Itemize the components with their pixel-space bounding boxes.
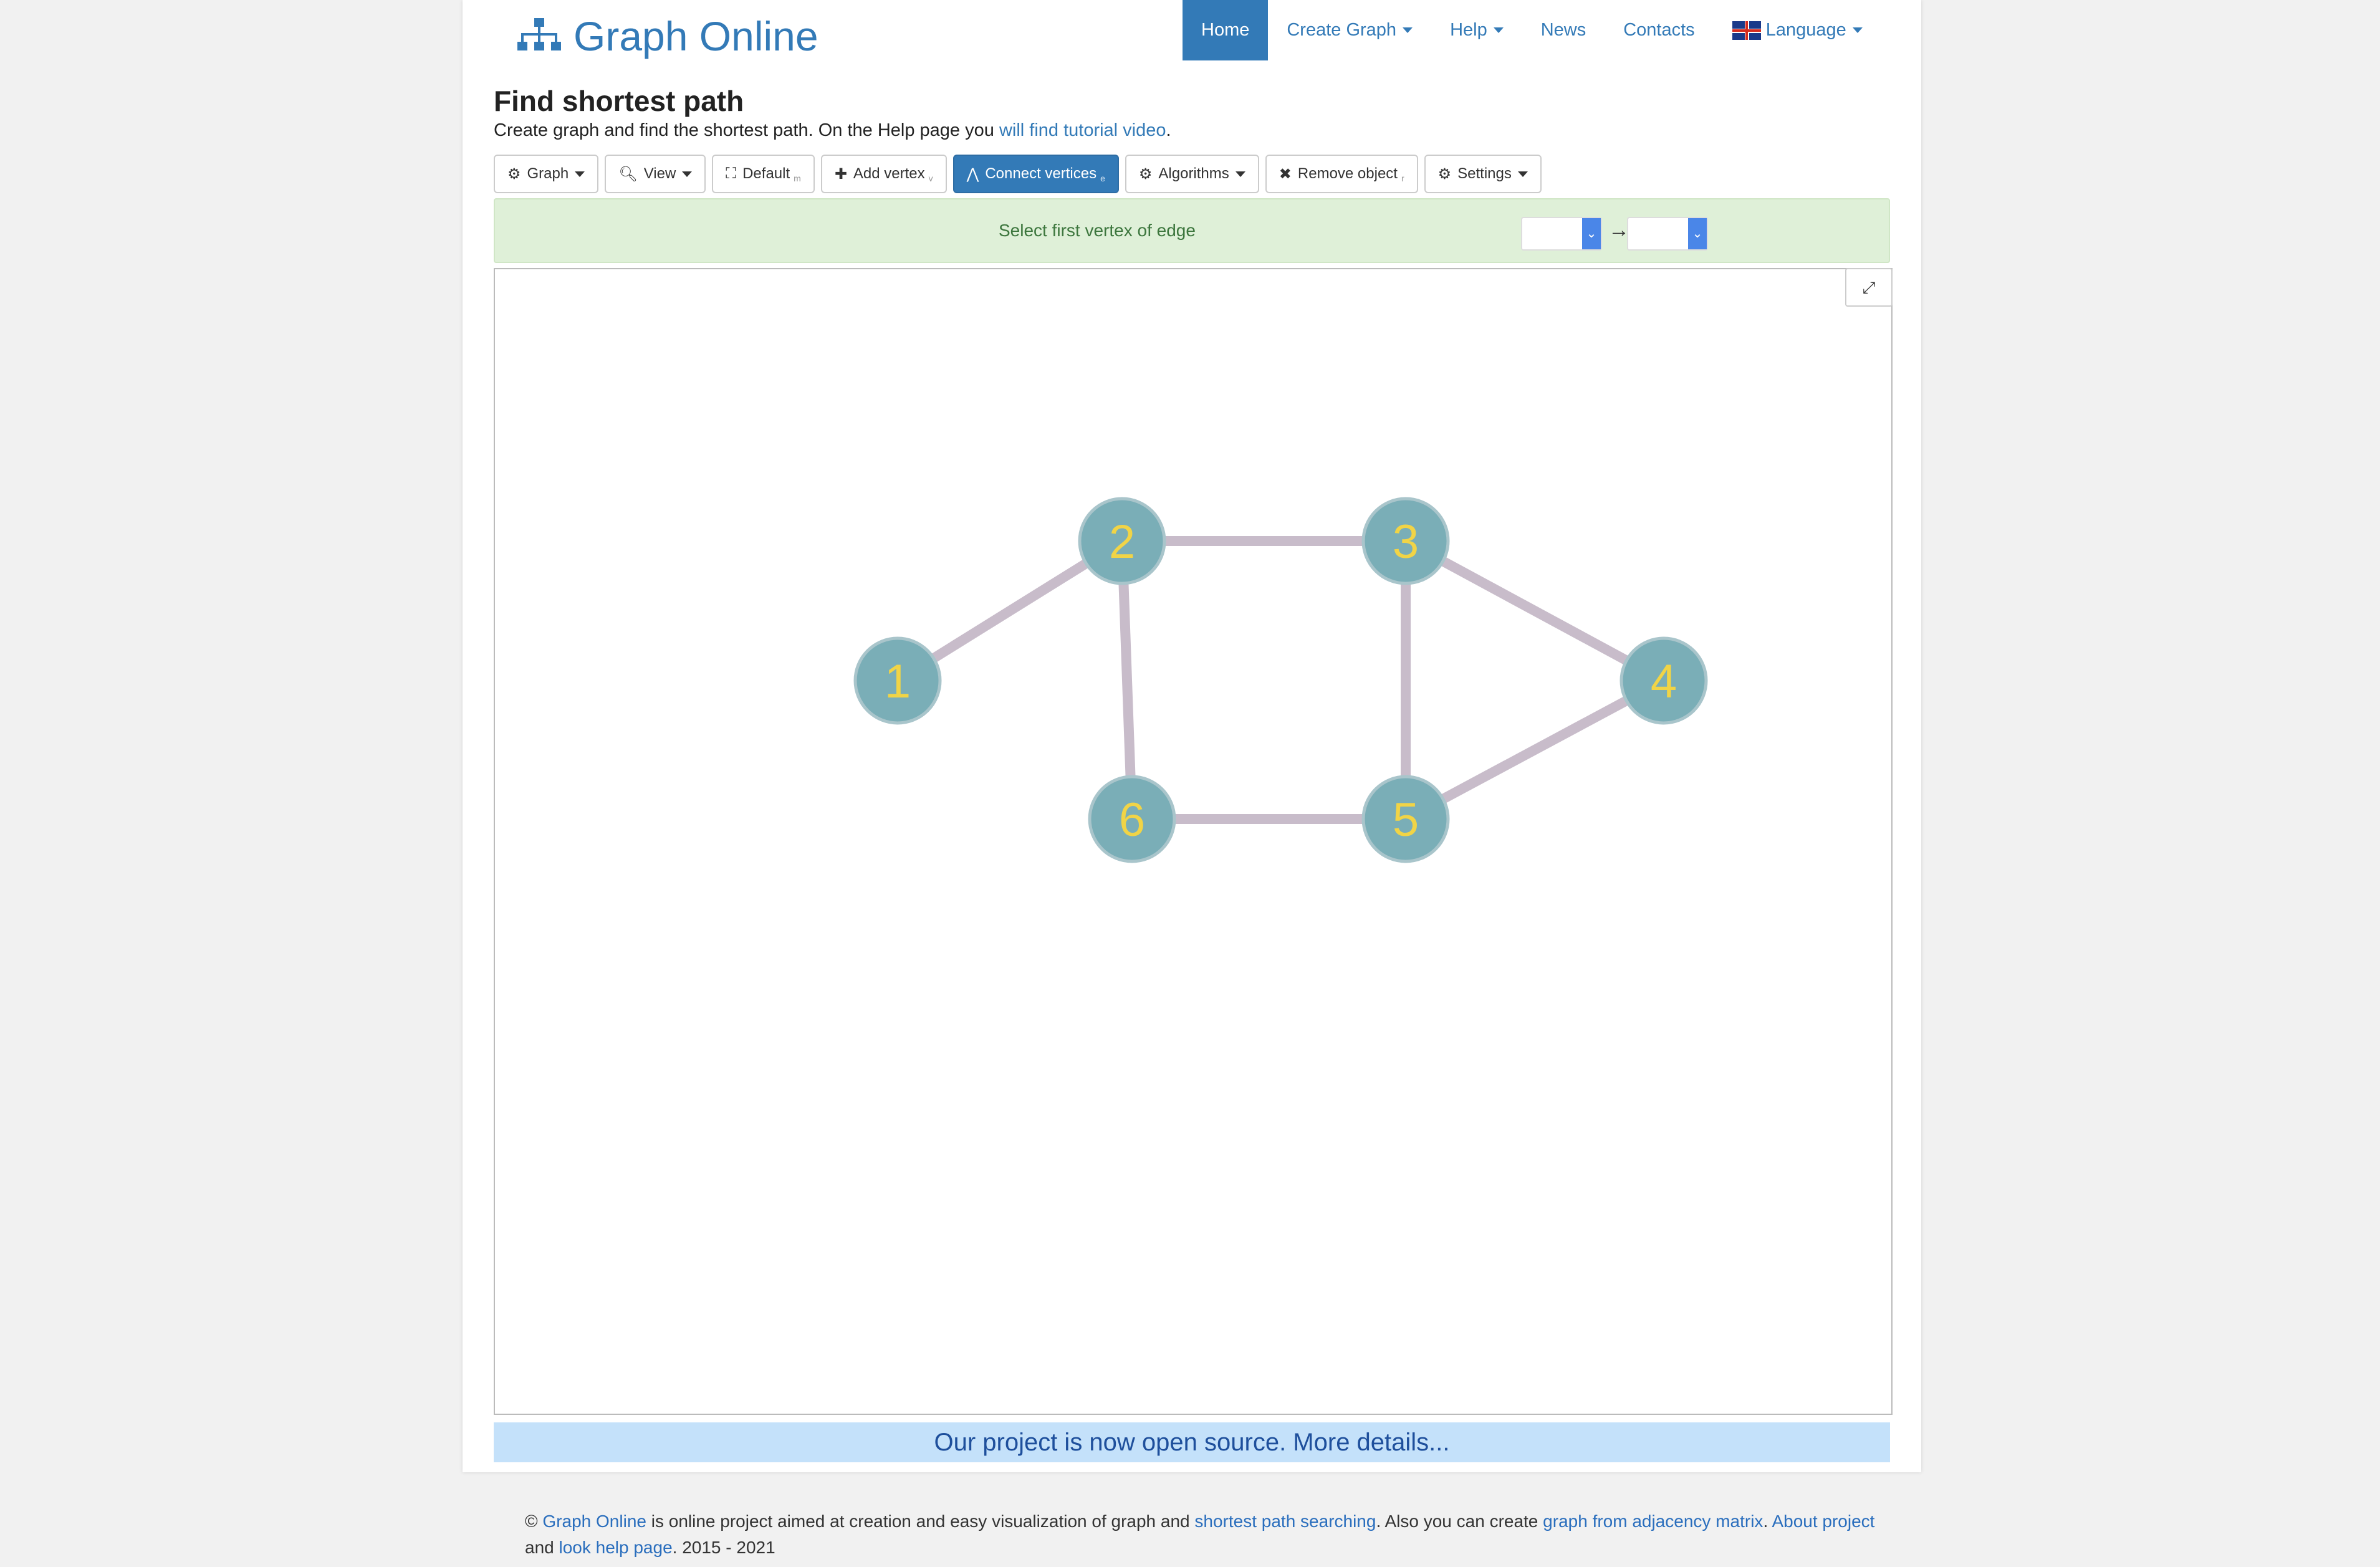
graph-edge-3-4[interactable]	[1403, 536, 1666, 686]
toolbar: ⚙ Graph 🔍︎ View ⛶ Default m ✚ Add vertex v ⋀ Co…	[494, 155, 1548, 193]
footer-link-shortest-path[interactable]: shortest path searching	[1194, 1512, 1376, 1531]
view-menu-button[interactable]: 🔍︎ View	[605, 155, 706, 193]
second-vertex-select[interactable]: ⌄	[1627, 217, 1708, 251]
hotkey-hint: e	[1100, 173, 1105, 183]
caret-down-icon	[682, 171, 693, 177]
footer-text: . Also you can create	[1376, 1512, 1543, 1531]
hotkey-hint: r	[1401, 173, 1404, 183]
settings-menu-label: Settings	[1457, 165, 1512, 182]
algorithms-menu-button[interactable]: ⚙ Algorithms	[1125, 155, 1259, 193]
vertex-label-3: 3	[1393, 515, 1419, 568]
caret-down-icon	[1852, 27, 1863, 33]
nav-contacts-label: Contacts	[1623, 20, 1695, 40]
banner-text: Our project is now open source. More det…	[934, 1429, 1450, 1456]
zoom-icon: 🔍︎	[618, 165, 638, 183]
nav-create-graph-label: Create Graph	[1287, 20, 1397, 40]
graph-canvas[interactable]: ⤢ 123456	[494, 268, 1893, 1415]
vertex-label-4: 4	[1651, 655, 1677, 708]
algorithms-menu-label: Algorithms	[1158, 165, 1229, 182]
vertex-label-5: 5	[1393, 793, 1419, 846]
brand[interactable]: Graph Online	[517, 11, 818, 61]
remove-object-label: Remove object	[1297, 165, 1398, 182]
graph-drawing[interactable]: 1 2 3 4 5 6	[495, 269, 1891, 1414]
nav-contacts[interactable]: Contacts	[1605, 0, 1713, 60]
caret-down-icon	[1235, 171, 1245, 177]
nav-language[interactable]: Language	[1714, 0, 1881, 60]
vertex-label-1: 1	[885, 655, 911, 708]
open-source-banner[interactable]: Our project is now open source. More det…	[494, 1422, 1890, 1462]
page-subtitle: Create graph and find the shortest path.…	[494, 120, 1171, 141]
subtitle-end: .	[1166, 120, 1171, 140]
tutorial-video-link[interactable]: will find tutorial video	[999, 120, 1166, 140]
nav-news[interactable]: News	[1522, 0, 1605, 60]
uk-flag-icon	[1732, 21, 1761, 40]
settings-menu-button[interactable]: ⚙ Settings	[1424, 155, 1542, 193]
subtitle-text: Create graph and find the shortest path.…	[494, 120, 999, 140]
page-title: Find shortest path	[494, 85, 744, 117]
caret-down-icon	[1403, 27, 1413, 33]
footer: © Graph Online is online project aimed a…	[525, 1508, 1896, 1561]
connect-vertices-label: Connect vertices	[985, 165, 1097, 182]
nav-news-label: News	[1540, 20, 1586, 40]
view-menu-label: View	[643, 165, 676, 182]
connect-vertices-button[interactable]: ⋀ Connect vertices e	[952, 155, 1119, 193]
chevron-down-icon: ⌄	[1582, 218, 1601, 249]
caret-down-icon	[1517, 171, 1528, 177]
default-mode-button[interactable]: ⛶ Default m	[712, 155, 815, 193]
brand-name: Graph Online	[573, 13, 818, 59]
add-vertex-button[interactable]: ✚ Add vertex v	[820, 155, 947, 193]
x-icon: ✖	[1279, 165, 1292, 183]
top-nav: Home Create Graph Help News Contacts Lan…	[1183, 0, 1881, 60]
remove-object-button[interactable]: ✖ Remove object r	[1265, 155, 1418, 193]
footer-link-adjacency-matrix[interactable]: graph from adjacency matrix	[1543, 1512, 1763, 1531]
footer-copy: ©	[525, 1512, 543, 1531]
fullscreen-icon: ⛶	[726, 165, 737, 182]
hotkey-hint: m	[794, 173, 801, 183]
page-container: Graph Online Home Create Graph Help News…	[463, 0, 1921, 1472]
nav-home[interactable]: Home	[1183, 0, 1269, 60]
footer-link-graph-online[interactable]: Graph Online	[542, 1512, 646, 1531]
nav-home-label: Home	[1201, 20, 1250, 40]
add-vertex-label: Add vertex	[853, 165, 925, 182]
first-vertex-select[interactable]: ⌄	[1521, 217, 1602, 251]
nav-language-label: Language	[1765, 20, 1846, 40]
graph-menu-label: Graph	[527, 165, 569, 182]
caret-down-icon	[1493, 27, 1504, 33]
gear-icon: ⚙	[1138, 165, 1153, 183]
default-mode-label: Default	[742, 165, 790, 182]
footer-link-help[interactable]: look help page	[559, 1538, 673, 1557]
graph-menu-button[interactable]: ⚙ Graph	[494, 155, 599, 193]
gear-icon: ⚙	[1437, 165, 1452, 183]
status-message: Select first vertex of edge	[999, 221, 1196, 240]
status-alert: Select first vertex of edge ⌄ → ⌄	[494, 198, 1890, 263]
hotkey-hint: v	[928, 173, 933, 183]
footer-text: is online project aimed at creation and …	[646, 1512, 1195, 1531]
sitemap-icon	[517, 18, 561, 50]
nav-help[interactable]: Help	[1431, 0, 1522, 60]
vertex-label-6: 6	[1119, 793, 1145, 846]
footer-text: and	[525, 1538, 559, 1557]
footer-link-about[interactable]: About project	[1772, 1512, 1874, 1531]
footer-text: . 2015 - 2021	[672, 1538, 775, 1557]
vertex-label-2: 2	[1109, 515, 1135, 568]
nav-create-graph[interactable]: Create Graph	[1268, 0, 1431, 60]
plus-icon: ✚	[834, 165, 847, 183]
footer-text: .	[1763, 1512, 1772, 1531]
gear-icon: ⚙	[507, 165, 521, 183]
chevron-down-icon: ⌄	[1688, 218, 1707, 249]
arrow-icon: →	[1608, 218, 1629, 242]
connect-icon: ⋀	[966, 165, 979, 183]
caret-down-icon	[575, 171, 585, 177]
nav-help-label: Help	[1450, 20, 1487, 40]
